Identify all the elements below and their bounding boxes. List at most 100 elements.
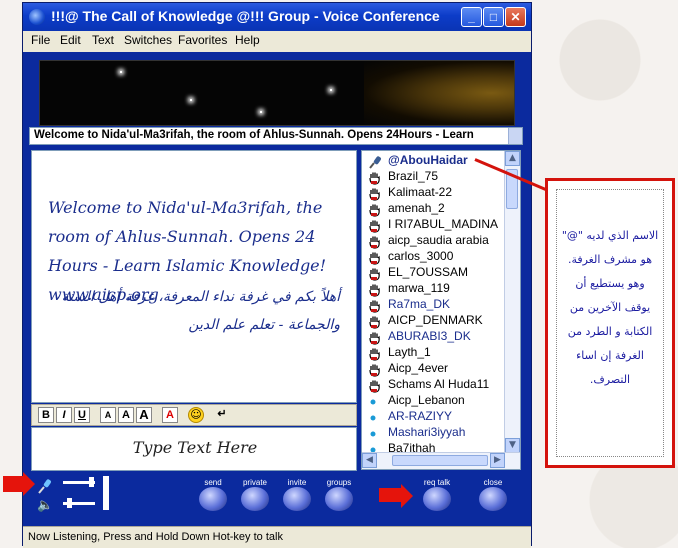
user-list-item[interactable]: AR-RAZIYY [362, 409, 506, 425]
hand-icon [368, 378, 382, 393]
user-list-item[interactable]: Schams Al Huda11 [362, 377, 506, 393]
underline-button[interactable]: U [74, 407, 90, 423]
bold-button[interactable]: B [38, 407, 54, 423]
user-list-item[interactable]: Ra7ma_DK [362, 297, 506, 313]
user-list-item[interactable]: Brazil_75 [362, 169, 506, 185]
banner-logo [364, 61, 514, 125]
user-list-item[interactable]: Mashari3iyyah [362, 425, 506, 441]
speaker-icon[interactable]: 🔈 [37, 498, 53, 514]
user-name: @AbouHaidar [388, 153, 468, 167]
user-name: Layth_1 [388, 345, 431, 359]
close-window-button[interactable]: ✕ [505, 7, 526, 27]
menu-switches[interactable]: Switches [124, 33, 172, 47]
invite-label: invite [287, 478, 307, 487]
user-list-vscroll[interactable]: ▲ ▼ [504, 151, 520, 453]
message-input[interactable]: Type Text Here [31, 427, 357, 471]
scroll-left-icon[interactable]: ◀ [362, 453, 377, 468]
scroll-up-icon[interactable]: ▲ [505, 151, 520, 166]
room-banner-image [39, 60, 515, 126]
user-list-item[interactable]: Aicp_4ever [362, 361, 506, 377]
font-medium-button[interactable]: A [118, 407, 134, 423]
groups-button[interactable]: groups [319, 478, 359, 518]
menu-text[interactable]: Text [92, 33, 114, 47]
user-list[interactable]: @AbouHaidar Brazil_75 Kalimaat-22 amenah_2 I… [361, 150, 521, 470]
menu-favorites[interactable]: Favorites [178, 33, 227, 47]
dot-icon [368, 410, 382, 424]
dot-icon [368, 426, 382, 440]
status-bar: Now Listening, Press and Hold Down Hot-k… [23, 526, 531, 548]
user-list-item[interactable]: AICP_DENMARK [362, 313, 506, 329]
user-list-item[interactable]: amenah_2 [362, 201, 506, 217]
mic-volume-thumb[interactable] [89, 477, 94, 487]
invite-button[interactable]: invite [277, 478, 317, 518]
menu-help[interactable]: Help [235, 33, 260, 47]
menu-file[interactable]: File [31, 33, 50, 47]
send-button[interactable]: send [193, 478, 233, 518]
user-list-item[interactable]: marwa_119 [362, 281, 506, 297]
hand-icon [368, 250, 382, 265]
user-name: carlos_3000 [388, 249, 454, 263]
menu-edit[interactable]: Edit [60, 33, 81, 47]
user-list-hscroll[interactable]: ◀ ▶ [362, 452, 520, 469]
user-name: Ra7ma_DK [388, 297, 451, 311]
private-label: private [242, 478, 267, 487]
user-list-item[interactable]: aicp_saudia arabia [362, 233, 506, 249]
font-large-button[interactable]: A [136, 407, 152, 423]
client-area: Welcome to Nida'ul-Ma3rifah, the room of… [23, 52, 531, 548]
close-room-button[interactable]: close [473, 478, 513, 518]
title-bar[interactable]: !!!@ The Call of Knowledge @!!! Group - … [23, 3, 531, 31]
format-toolbar: B I U A A A A ☺ ↵ [31, 404, 357, 426]
invite-icon [283, 487, 311, 511]
user-list-item[interactable]: carlos_3000 [362, 249, 506, 265]
enter-icon[interactable]: ↵ [214, 407, 230, 423]
annotation-callout: الاسم الذي لديه "@" هو مشرف الغرفة. وهو … [545, 178, 675, 468]
user-name: Brazil_75 [388, 169, 439, 183]
hand-icon [368, 298, 382, 313]
user-name: AR-RAZIYY [388, 409, 453, 423]
user-list-item[interactable]: I RI7ABUL_MADINA [362, 217, 506, 233]
scroll-down-icon[interactable]: ▼ [505, 438, 520, 453]
menu-bar: File Edit Text Switches Favorites Help [23, 31, 531, 53]
annotation-callout-border: الاسم الذي لديه "@" هو مشرف الغرفة. وهو … [556, 189, 664, 457]
emoticon-icon[interactable]: ☺ [188, 407, 204, 423]
scroll-right-icon[interactable]: ▶ [490, 453, 505, 468]
groups-icon [325, 487, 353, 511]
close-label: close [483, 478, 503, 487]
speaker-volume-thumb[interactable] [67, 498, 72, 508]
ticker-scroll[interactable] [508, 128, 522, 144]
welcome-ticker: Welcome to Nida'ul-Ma3rifah, the room of… [29, 127, 523, 145]
user-name: Aicp_4ever [388, 361, 449, 375]
font-small-button[interactable]: A [100, 407, 116, 423]
req-talk-button[interactable]: req talk [417, 478, 457, 518]
level-meter [103, 476, 109, 510]
window-title: !!!@ The Call of Knowledge @!!! Group - … [51, 8, 440, 24]
private-icon [241, 487, 269, 511]
user-list-item[interactable]: Kalimaat-22 [362, 185, 506, 201]
hand-icon [368, 314, 382, 329]
annotation-arrow-req-talk [379, 484, 413, 508]
user-name: Kalimaat-22 [388, 185, 453, 199]
send-label: send [204, 478, 222, 487]
hand-icon [368, 234, 382, 249]
app-globe-icon [29, 9, 45, 25]
welcome-text: Welcome to Nida'ul-Ma3rifah, the room of… [34, 129, 474, 141]
status-text: Now Listening, Press and Hold Down Hot-k… [28, 531, 283, 543]
user-name: amenah_2 [388, 201, 445, 215]
hand-icon [368, 362, 382, 377]
user-list-item[interactable]: Aicp_Lebanon [362, 393, 506, 409]
user-list-item[interactable]: ABURABI3_DK [362, 329, 506, 345]
req-talk-icon [423, 487, 451, 511]
font-color-button[interactable]: A [162, 407, 178, 423]
private-button[interactable]: private [235, 478, 275, 518]
user-name: ABURABI3_DK [388, 329, 471, 343]
chat-display[interactable]: Welcome to Nida'ul-Ma3rifah, the room of… [31, 150, 357, 403]
italic-button[interactable]: I [56, 407, 72, 423]
user-list-item[interactable]: Layth_1 [362, 345, 506, 361]
maximize-button[interactable]: □ [483, 7, 504, 27]
user-name: marwa_119 [388, 281, 450, 295]
hscroll-thumb[interactable] [392, 455, 488, 466]
microphone-icon[interactable] [37, 478, 53, 494]
user-list-item[interactable]: EL_7OUSSAM [362, 265, 506, 281]
close-room-icon [479, 487, 507, 511]
minimize-button[interactable]: _ [461, 7, 482, 27]
